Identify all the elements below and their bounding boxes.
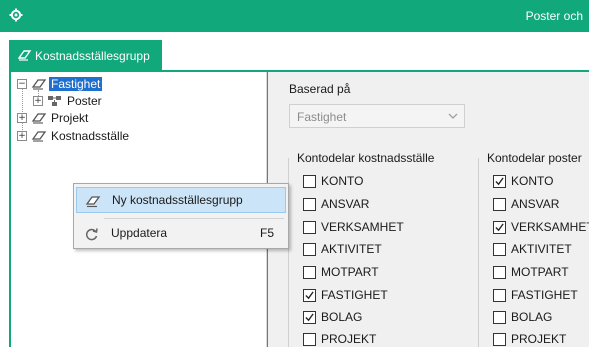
tab-label: Kostnadsställesgrupp (35, 49, 150, 63)
eraser-icon (31, 113, 47, 124)
checkbox[interactable] (493, 198, 506, 211)
checkbox-label: PROJEKT (511, 332, 567, 346)
checkbox[interactable] (303, 198, 316, 211)
based-on-value: Fastighet (297, 110, 347, 124)
based-on-label: Baserad på (289, 82, 351, 96)
checkbox[interactable] (493, 289, 506, 302)
checkbox[interactable] (303, 333, 316, 346)
menu-item-label: Uppdatera (111, 226, 168, 240)
checkbox-checked[interactable] (303, 289, 316, 302)
tree-node-label: Kostnadsställe (51, 129, 130, 143)
tree-node-poster[interactable]: + Poster (33, 93, 153, 109)
tree-node-projekt[interactable]: + Projekt (17, 110, 137, 126)
title-bar: Poster och (0, 0, 589, 32)
eraser-icon (18, 50, 32, 61)
checkbox-label: ANSVAR (511, 197, 560, 211)
tree-node-label: Fastighet (49, 77, 103, 91)
menu-item-label: Ny kostnadsställesgrupp (112, 193, 243, 207)
group-title-kontodelar-kostnadsstalle: Kontodelar kostnadsställe (297, 151, 435, 165)
eraser-icon (31, 79, 47, 90)
checkbox-label: AKTIVITET (321, 242, 382, 256)
checkbox[interactable] (493, 243, 506, 256)
checkbox-label: AKTIVITET (511, 242, 572, 256)
checkbox[interactable] (493, 333, 506, 346)
group-title-kontodelar-poster: Kontodelar poster (487, 151, 582, 165)
tree-node-fastighet[interactable]: − Fastighet (17, 76, 137, 92)
gear-icon (9, 8, 23, 22)
tab-kostnadsstallesgrupp[interactable]: Kostnadsställesgrupp (9, 40, 162, 70)
eraser-icon (85, 196, 101, 208)
expand-toggle[interactable]: + (33, 96, 43, 106)
checkmark-icon (495, 223, 504, 232)
expand-toggle[interactable]: + (17, 113, 27, 123)
checkbox[interactable] (303, 221, 316, 234)
checkmark-icon (495, 177, 504, 186)
based-on-dropdown[interactable]: Fastighet (289, 104, 465, 128)
group-border (478, 158, 479, 347)
checkbox-label: KONTO (511, 174, 554, 188)
checkbox-label: FASTIGHET (321, 288, 388, 302)
checkmark-icon (305, 291, 314, 300)
checkbox-label: PROJEKT (321, 332, 377, 346)
checkbox-label: VERKSAMHET (321, 220, 404, 234)
checkbox-label: FASTIGHET (511, 288, 578, 302)
context-menu: Ny kostnadsställesgrupp Uppdatera F5 (73, 183, 289, 249)
tree-node-label: Poster (67, 94, 102, 108)
checkbox[interactable] (303, 175, 316, 188)
checkbox-checked[interactable] (493, 221, 506, 234)
checkbox-label: ANSVAR (321, 197, 370, 211)
checkbox-checked[interactable] (303, 311, 316, 324)
chevron-down-icon (448, 113, 458, 119)
checkbox-label: KONTO (321, 174, 364, 188)
checkmark-icon (305, 313, 314, 322)
window-title: Poster och (525, 9, 583, 23)
checkbox[interactable] (493, 266, 506, 279)
expand-toggle[interactable]: + (17, 131, 27, 141)
tab-strip: Kostnadsställesgrupp (0, 32, 589, 70)
checkbox-label: MOTPART (511, 265, 569, 279)
checkbox[interactable] (493, 311, 506, 324)
tree-node-kostnadsstalle[interactable]: + Kostnadsställe (17, 128, 157, 144)
eraser-icon (31, 131, 47, 142)
checkbox-label: VERKSAMHET (511, 220, 589, 234)
checkbox[interactable] (303, 243, 316, 256)
tree-node-label: Projekt (51, 111, 89, 125)
menu-separator (104, 218, 284, 219)
checkbox-checked[interactable] (493, 175, 506, 188)
checkbox-label: MOTPART (321, 265, 379, 279)
menu-item-shortcut: F5 (259, 226, 274, 240)
refresh-icon (85, 228, 98, 241)
collapse-toggle[interactable]: − (17, 79, 27, 89)
checkbox-label: BOLAG (511, 310, 553, 324)
menu-item-ny-kostnadsstallesgrupp[interactable]: Ny kostnadsställesgrupp (76, 187, 286, 213)
checkbox-label: BOLAG (321, 310, 363, 324)
menu-item-uppdatera[interactable]: Uppdatera F5 (76, 221, 286, 247)
nodes-icon (48, 96, 61, 106)
checkbox[interactable] (303, 266, 316, 279)
